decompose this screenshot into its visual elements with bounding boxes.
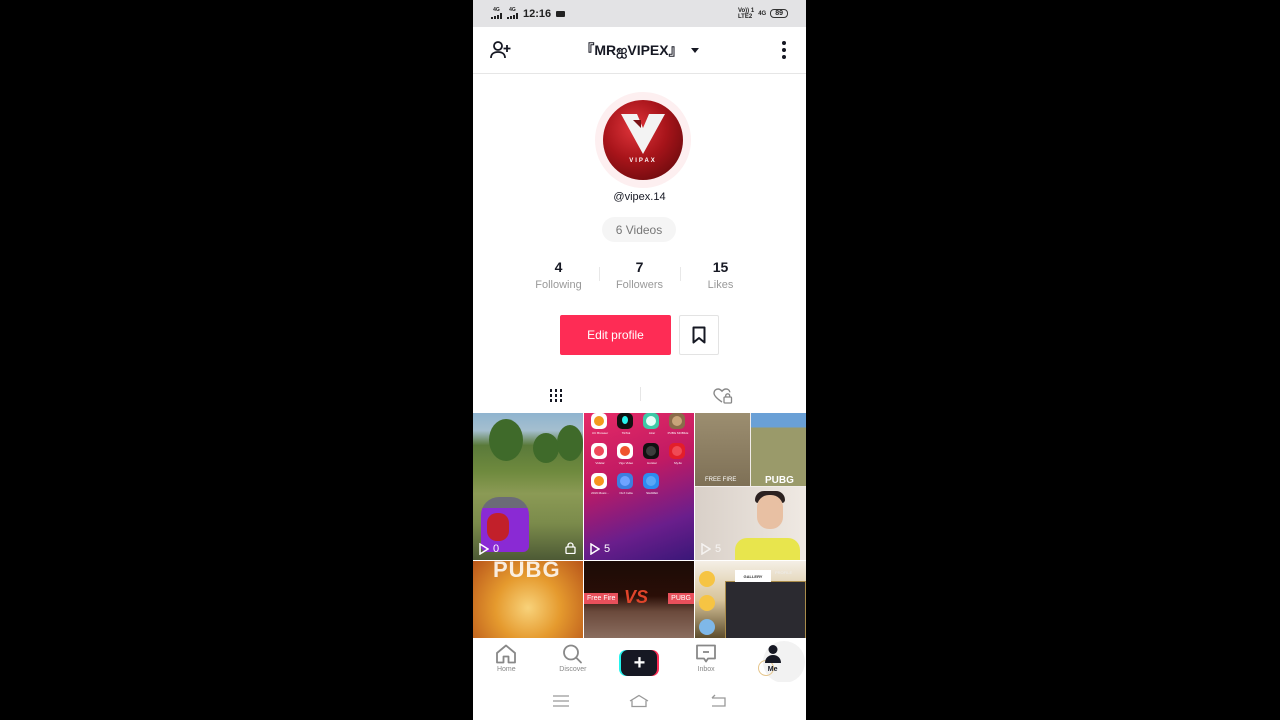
avatar-text: VIPAX bbox=[629, 158, 657, 164]
overlay-text: FREE FIRE bbox=[705, 477, 737, 483]
nav-me[interactable]: Me bbox=[739, 638, 806, 683]
app-label: 2019 Music... bbox=[591, 491, 609, 495]
lock-icon bbox=[565, 542, 576, 554]
app-label: Azar bbox=[648, 431, 656, 435]
phone-screen: 4G 4G 12:16 Vo)) 1 LTE2 4G 89 『MRஐVIPEX』… bbox=[473, 0, 806, 720]
person-add-icon[interactable] bbox=[490, 40, 512, 60]
video-thumbnail[interactable]: Free Fire VS PUBG bbox=[584, 561, 694, 639]
stat-value: 15 bbox=[712, 259, 729, 275]
videos-count-badge[interactable]: 6 Videos bbox=[602, 217, 676, 242]
search-icon bbox=[562, 644, 582, 664]
person-icon bbox=[764, 645, 781, 663]
stat-followers[interactable]: 7 Followers bbox=[599, 259, 680, 291]
tab-liked[interactable] bbox=[639, 380, 807, 412]
emoji-icon bbox=[699, 571, 715, 587]
video-thumbnail[interactable]: GALLERY PROFILE bbox=[695, 561, 806, 639]
overlay-text: GALLERY bbox=[735, 570, 771, 582]
bookmark-icon bbox=[692, 326, 706, 344]
emoji-icon bbox=[699, 595, 715, 611]
app-label: SHAREit bbox=[646, 491, 658, 495]
inbox-icon bbox=[696, 644, 716, 663]
play-count-value: 5 bbox=[604, 543, 611, 555]
profile-stats: 4 Following 7 Followers 15 Likes bbox=[518, 259, 761, 291]
play-count: 0 bbox=[479, 543, 499, 555]
battery-icon: 89 bbox=[770, 9, 788, 18]
stat-following[interactable]: 4 Following bbox=[518, 259, 599, 291]
avatar[interactable]: VIPAX bbox=[595, 92, 691, 188]
app-label: PUBG MOBILE bbox=[667, 431, 689, 435]
favorites-button[interactable] bbox=[679, 315, 719, 355]
menu-icon[interactable] bbox=[552, 694, 570, 708]
app-label: MyJio bbox=[674, 461, 682, 465]
nav-label: Me bbox=[767, 666, 778, 673]
back-icon[interactable] bbox=[709, 694, 727, 708]
video-thumbnail[interactable]: PUBG bbox=[473, 561, 583, 639]
overlay-text: PUBG bbox=[493, 561, 561, 582]
overlay-text: PUBG bbox=[668, 593, 694, 604]
overlay-text: PROFILE bbox=[775, 570, 793, 575]
app-label: Vidstar bbox=[595, 461, 605, 465]
username-handle: @vipex.14 bbox=[613, 191, 666, 203]
video-thumbnail[interactable]: FREE FIRE PUBG 5 bbox=[695, 413, 806, 560]
nav-create[interactable]: + bbox=[606, 638, 673, 682]
system-navigation-bar bbox=[473, 682, 806, 720]
profile-header: 『MRஐVIPEX』 bbox=[473, 27, 806, 74]
tab-videos[interactable] bbox=[473, 380, 640, 412]
home-icon bbox=[496, 644, 517, 664]
play-count-value: 5 bbox=[715, 543, 722, 555]
page-title: 『MRஐVIPEX』 bbox=[580, 41, 683, 58]
heart-lock-icon bbox=[713, 388, 732, 404]
play-icon bbox=[479, 543, 489, 555]
profile-tabs bbox=[473, 380, 806, 412]
clock: 12:16 bbox=[523, 7, 552, 20]
stat-label: Following bbox=[535, 279, 582, 291]
nav-home[interactable]: Home bbox=[473, 638, 540, 682]
bottom-navigation: Home Discover + Inbox Me bbox=[473, 638, 806, 683]
more-vertical-icon[interactable] bbox=[782, 41, 786, 59]
overlay-text: Free Fire bbox=[584, 593, 619, 604]
grid-icon bbox=[550, 389, 563, 403]
signal-icon: 4G bbox=[491, 8, 502, 19]
play-count-value: 0 bbox=[493, 543, 500, 555]
stat-label: Followers bbox=[615, 279, 664, 291]
lte-indicator: LTE2 bbox=[737, 13, 753, 20]
video-grid: 0 UC Browser TikTok Azar PUBG MOBILE Vid… bbox=[473, 413, 806, 639]
nav-label: Inbox bbox=[697, 666, 715, 673]
video-thumbnail[interactable]: UC Browser TikTok Azar PUBG MOBILE Vidst… bbox=[584, 413, 694, 560]
app-label: TikTok bbox=[621, 431, 631, 435]
edit-profile-button[interactable]: Edit profile bbox=[560, 315, 671, 355]
app-label: UC Browser bbox=[591, 431, 609, 435]
data-network-indicator: 4G bbox=[758, 10, 767, 17]
stat-likes[interactable]: 15 Likes bbox=[680, 259, 761, 291]
account-switcher[interactable]: 『MRஐVIPEX』 bbox=[580, 40, 699, 61]
nav-discover[interactable]: Discover bbox=[540, 638, 607, 682]
vipax-logo-icon bbox=[621, 114, 665, 154]
chevron-down-icon bbox=[690, 47, 699, 53]
stat-label: Likes bbox=[707, 279, 734, 291]
nav-label: Home bbox=[496, 666, 516, 673]
status-bar: 4G 4G 12:16 Vo)) 1 LTE2 4G 89 bbox=[473, 0, 806, 27]
nav-label: Discover bbox=[559, 666, 587, 673]
create-plus-icon: + bbox=[619, 650, 660, 676]
video-recording-icon bbox=[556, 10, 566, 17]
play-icon bbox=[701, 543, 711, 555]
play-count: 5 bbox=[701, 543, 721, 555]
home-icon[interactable] bbox=[628, 694, 650, 708]
play-icon bbox=[590, 543, 600, 555]
app-label: Vigo Video bbox=[618, 461, 634, 465]
stat-value: 7 bbox=[635, 259, 644, 275]
app-label: Hotstar bbox=[647, 461, 657, 465]
signal-icon: 4G bbox=[507, 8, 518, 19]
nav-inbox[interactable]: Inbox bbox=[673, 638, 740, 682]
emoji-icon bbox=[699, 619, 715, 635]
video-thumbnail[interactable]: 0 bbox=[473, 413, 583, 560]
overlay-text: VS bbox=[624, 587, 649, 607]
battery-level: 89 bbox=[775, 9, 783, 17]
overlay-text: PUBG bbox=[765, 475, 794, 486]
app-label: OLX India bbox=[619, 491, 633, 495]
play-count: 5 bbox=[590, 543, 610, 555]
stat-value: 4 bbox=[554, 259, 563, 275]
